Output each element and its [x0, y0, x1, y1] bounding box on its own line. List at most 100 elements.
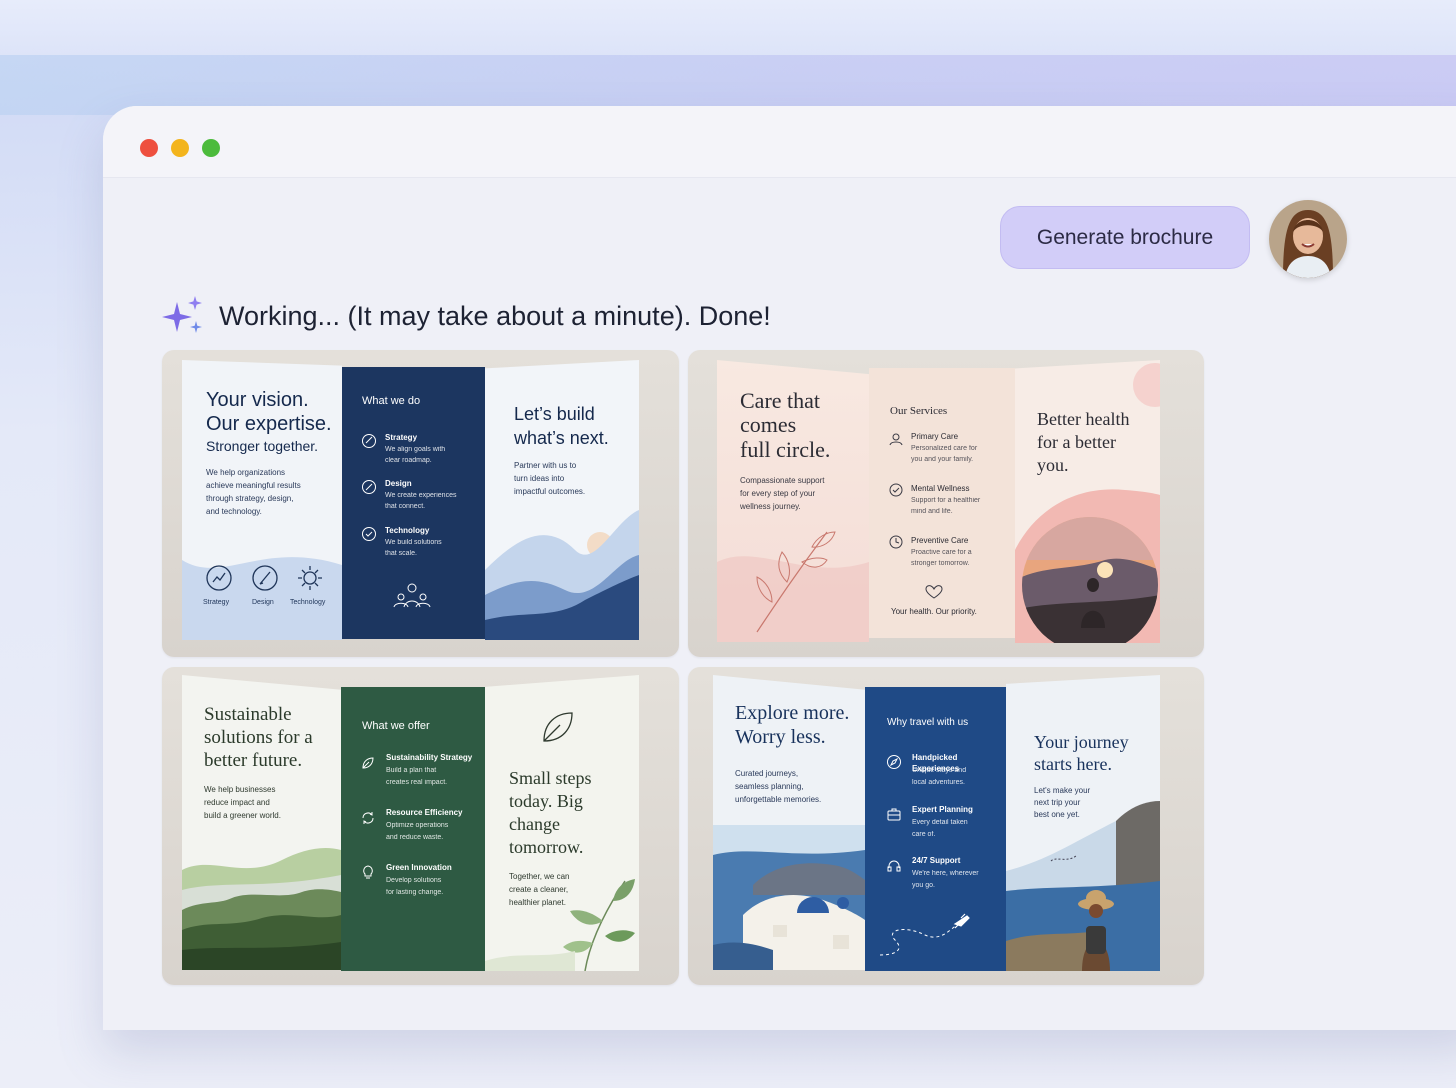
right-body-2: turn ideas into	[514, 474, 565, 483]
app-window: Generate brochure Working... (It may tak…	[103, 106, 1456, 1030]
right-body-1: Partner with us to	[514, 461, 577, 470]
left-body-4: and technology.	[206, 507, 262, 516]
lightbulb-icon	[363, 865, 373, 879]
left-body-2: reduce impact and	[204, 798, 270, 807]
leaf-icon	[543, 712, 573, 742]
left-body-1: We help businesses	[204, 785, 276, 794]
status-line: Working... (It may take about a minute).…	[161, 294, 771, 338]
item-desc: you and your family.	[911, 456, 974, 463]
middle-title: What we do	[362, 395, 421, 407]
item-title: Resource Efficiency	[386, 808, 463, 817]
left-body-1: We help organizations	[206, 468, 286, 477]
close-window-button[interactable]	[140, 139, 158, 157]
right-headline-2: for a better	[1037, 432, 1116, 452]
item-desc: Optimize operations	[386, 822, 449, 829]
right-headline-2: what’s next.	[514, 428, 609, 448]
middle-title: Why travel with us	[887, 717, 969, 728]
left-headline-2: solutions for a	[204, 727, 313, 748]
generate-brochure-button[interactable]: Generate brochure	[1000, 206, 1250, 269]
brochure-right-panel: Your journey starts here. Let's make you…	[1006, 675, 1160, 971]
item-title: Preventive Care	[911, 536, 969, 545]
brochure-middle-panel: What we offer Sustainability Strategy Bu…	[341, 687, 485, 971]
left-headline-2: Our expertise.	[206, 413, 332, 435]
brochure-left-panel: Your vision. Our expertise. Stronger tog…	[182, 360, 342, 640]
right-headline-1: Better health	[1037, 409, 1130, 429]
item-desc: Develop solutions	[386, 877, 442, 884]
brochure-card-sustainability[interactable]: Sustainable solutions for a better futur…	[162, 667, 679, 985]
brochure-card-travel[interactable]: Explore more. Worry less. Curated journe…	[688, 667, 1204, 985]
item-title: Strategy	[385, 433, 418, 442]
item-desc: Proactive care for a	[911, 549, 972, 556]
left-body-1: Curated journeys,	[735, 769, 799, 778]
strategy-icon	[362, 434, 376, 448]
icon-label-design: Design	[252, 599, 274, 606]
middle-title: Our Services	[890, 405, 948, 417]
leaf-icon	[362, 757, 374, 769]
item-desc: Build a plan that	[386, 767, 437, 774]
left-headline-1: Care that	[740, 388, 821, 413]
brochure-left-panel: Explore more. Worry less. Curated journe…	[713, 675, 865, 970]
item-desc: and reduce waste.	[386, 834, 444, 841]
left-headline-1: Your vision.	[206, 389, 309, 411]
maximize-window-button[interactable]	[202, 139, 220, 157]
item-title: Mental Wellness	[911, 484, 970, 493]
left-body-2: for every step of your	[740, 489, 816, 498]
item-title: Design	[385, 479, 412, 488]
leaf-illustration	[717, 531, 869, 642]
headset-icon	[887, 860, 901, 872]
forest-illustration	[182, 848, 341, 970]
wellness-icon	[889, 483, 903, 497]
middle-footer: Your health. Our priority.	[891, 607, 977, 616]
care-icon	[889, 433, 903, 446]
brochure-middle-panel: Why travel with us Handpicked Experience…	[865, 687, 1006, 971]
right-body-3: best one yet.	[1034, 810, 1080, 819]
minimize-window-button[interactable]	[171, 139, 189, 157]
left-body-1: Compassionate support	[740, 476, 825, 485]
clock-icon	[889, 535, 903, 549]
right-headline-3: change	[509, 814, 560, 834]
item-desc: We align goals with	[385, 446, 446, 453]
right-headline-1: Your journey	[1034, 732, 1129, 752]
brochure-left-panel: Sustainable solutions for a better futur…	[182, 675, 341, 970]
team-icon	[393, 583, 431, 608]
technology-icon	[298, 566, 322, 590]
icon-label-strategy: Strategy	[203, 599, 230, 606]
item-desc: We build solutions	[385, 539, 442, 546]
santorini-illustration	[713, 825, 865, 970]
compass-icon	[887, 755, 901, 769]
item-desc: Support for a healthier	[911, 497, 981, 504]
right-body-3: healthier planet.	[509, 898, 566, 907]
item-desc: stronger tomorrow.	[911, 560, 970, 567]
sunset-illustration	[1015, 363, 1160, 643]
strategy-icon	[206, 565, 232, 591]
brochure-middle-panel: What we do Strategy We align goals with …	[342, 367, 485, 639]
heart-icon	[925, 585, 943, 599]
left-body-3: through strategy, design,	[206, 494, 294, 503]
brochure-left-panel: Care that comes full circle. Compassiona…	[717, 360, 869, 642]
left-body-2: achieve meaningful results	[206, 481, 301, 490]
right-headline-1: Small steps	[509, 768, 592, 788]
mountain-illustration	[485, 510, 639, 640]
item-desc: local adventures.	[912, 779, 965, 786]
sparkle-icon	[162, 296, 202, 333]
item-desc: We're here, wherever	[912, 870, 979, 877]
user-avatar	[1269, 200, 1347, 278]
left-headline-1: Sustainable	[204, 704, 292, 725]
brochure-card-business[interactable]: Your vision. Our expertise. Stronger tog…	[162, 350, 679, 657]
right-headline-3: you.	[1037, 455, 1069, 475]
brochure-card-health[interactable]: Care that comes full circle. Compassiona…	[688, 350, 1204, 657]
right-body-2: create a cleaner,	[509, 885, 569, 894]
left-headline-3: better future.	[204, 750, 303, 771]
right-headline-4: tomorrow.	[509, 837, 584, 857]
left-headline-3: full circle.	[740, 437, 831, 462]
right-body-1: Together, we can	[509, 872, 570, 881]
status-text: Working... (It may take about a minute).…	[219, 300, 771, 331]
brochure-right-panel: Let’s build what’s next. Partner with us…	[485, 360, 639, 640]
item-desc: We create experiences	[385, 492, 457, 499]
icon-label-technology: Technology	[290, 599, 326, 606]
brochure-right-panel: Better health for a better you.	[1015, 360, 1160, 643]
item-title: Green Innovation	[386, 863, 452, 872]
left-headline-2: comes	[740, 412, 797, 437]
item-desc: care of.	[912, 831, 936, 838]
item-desc: that connect.	[385, 503, 426, 510]
